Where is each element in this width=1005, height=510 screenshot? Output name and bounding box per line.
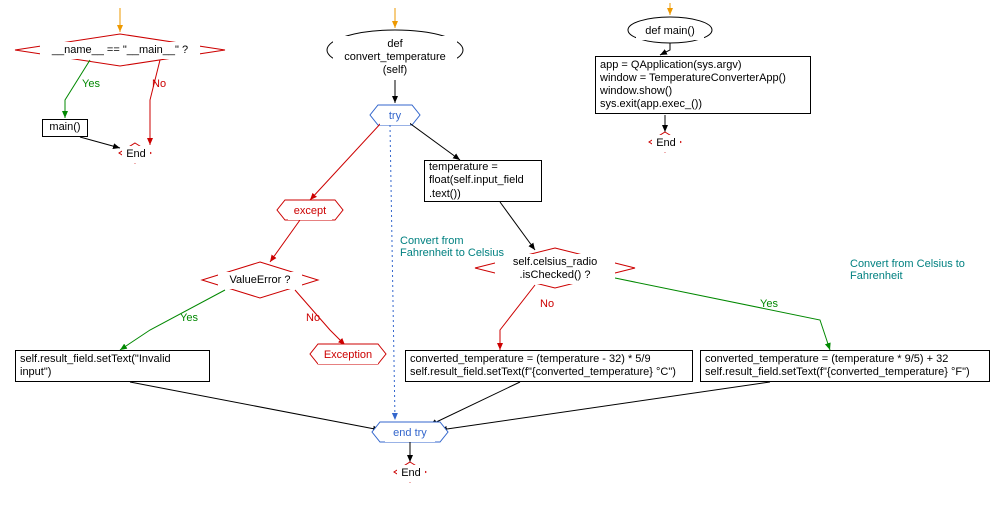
comment-c2f: Convert from Celsius to Fahrenheit <box>850 258 980 282</box>
except-node: except <box>288 203 332 220</box>
func-def-convert: def convert_temperature (self) <box>333 36 457 80</box>
end-node-3: End <box>652 135 680 152</box>
block-c2f: converted_temperature = (temperature * 9… <box>700 350 990 382</box>
block-f2c: converted_temperature = (temperature - 3… <box>405 350 693 382</box>
label-no-2: No <box>306 312 320 324</box>
block-invalid-input: self.result_field.setText("Invalid input… <box>15 350 210 382</box>
label-no-3: No <box>540 298 554 310</box>
block-main-body: app = QApplication(sys.argv) window = Te… <box>595 56 811 114</box>
func-def-main: def main() <box>636 23 704 40</box>
end-try-node: end try <box>385 425 435 442</box>
comment-f2c: Convert from Fahrenheit to Celsius <box>400 235 510 259</box>
end-node-1: End <box>122 146 150 163</box>
block-temp-assign: temperature = float(self.input_field .te… <box>424 160 542 202</box>
label-yes-2: Yes <box>180 312 198 324</box>
try-node: try <box>380 108 410 125</box>
call-main: main() <box>42 119 88 137</box>
exception-node: Exception <box>318 347 378 364</box>
label-yes-3: Yes <box>760 298 778 310</box>
end-node-2: End <box>397 465 425 482</box>
label-no: No <box>152 78 166 90</box>
label-yes: Yes <box>82 78 100 90</box>
decision-value-error: ValueError ? <box>218 272 302 289</box>
decision-is-checked: self.celsius_radio .isChecked() ? <box>495 254 615 284</box>
decision-name-main: __name__ == "__main__" ? <box>40 42 200 59</box>
